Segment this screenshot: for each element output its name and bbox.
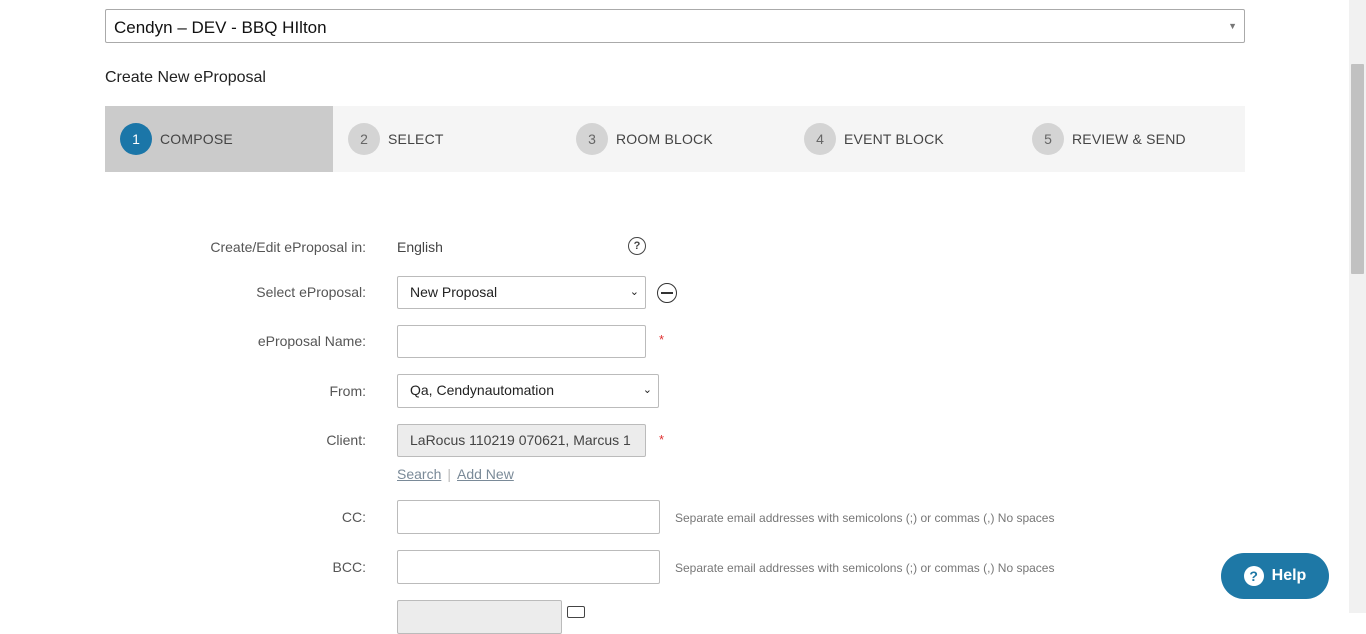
- step-room-block[interactable]: 3 ROOM BLOCK: [561, 106, 789, 172]
- calendar-icon[interactable]: [567, 606, 585, 618]
- help-button-label: Help: [1271, 567, 1307, 584]
- step-review-send[interactable]: 5 REVIEW & SEND: [1017, 106, 1245, 172]
- bcc-label: BCC:: [332, 559, 366, 575]
- search-client-link[interactable]: Search: [397, 466, 441, 482]
- property-select[interactable]: Cendyn – DEV - BBQ HIlton ▼: [105, 9, 1245, 43]
- page-scrollbar[interactable]: [1349, 0, 1366, 613]
- step-number: 2: [348, 123, 380, 155]
- required-marker: *: [659, 332, 665, 347]
- event-date-input[interactable]: [397, 600, 562, 634]
- step-label: COMPOSE: [160, 131, 233, 147]
- chevron-down-icon: ▼: [1228, 21, 1237, 31]
- help-button[interactable]: ? Help: [1221, 553, 1329, 599]
- step-event-block[interactable]: 4 EVENT BLOCK: [789, 106, 1017, 172]
- from-dropdown[interactable]: Qa, Cendynautomation ⌄: [397, 374, 659, 408]
- wizard-steps: 1 COMPOSE 2 SELECT 3 ROOM BLOCK 4 EVENT …: [105, 106, 1245, 172]
- step-number: 1: [120, 123, 152, 155]
- step-label: REVIEW & SEND: [1072, 131, 1186, 147]
- question-circle-icon: ?: [1243, 566, 1264, 586]
- language-label: Create/Edit eProposal in:: [210, 239, 366, 255]
- chevron-down-icon: ⌄: [629, 286, 639, 298]
- cc-label: CC:: [341, 509, 366, 525]
- select-eproposal-value: New Proposal: [410, 284, 498, 300]
- step-select[interactable]: 2 SELECT: [333, 106, 561, 172]
- bcc-input[interactable]: [397, 550, 660, 584]
- required-marker: *: [659, 432, 665, 447]
- property-select-value: Cendyn – DEV - BBQ HIlton: [114, 18, 327, 37]
- question-circle-icon[interactable]: ?: [628, 237, 646, 255]
- step-label: SELECT: [388, 131, 444, 147]
- step-compose[interactable]: 1 COMPOSE: [105, 106, 333, 172]
- step-number: 4: [804, 123, 836, 155]
- eproposal-name-input[interactable]: [397, 325, 646, 358]
- step-number: 5: [1032, 123, 1064, 155]
- bcc-hint: Separate email addresses with semicolons…: [675, 561, 1055, 575]
- cc-hint: Separate email addresses with semicolons…: [675, 511, 1055, 525]
- step-label: ROOM BLOCK: [616, 131, 713, 147]
- select-eproposal-label: Select eProposal:: [256, 284, 366, 300]
- from-value: Qa, Cendynautomation: [410, 382, 554, 398]
- eproposal-name-label: eProposal Name:: [257, 333, 366, 349]
- from-label: From:: [329, 383, 366, 399]
- select-eproposal-dropdown[interactable]: New Proposal ⌄: [397, 276, 646, 309]
- client-label: Client:: [326, 432, 366, 448]
- add-new-client-link[interactable]: Add New: [457, 466, 514, 482]
- client-input[interactable]: LaRocus 110219 070621, Marcus 1: [397, 424, 646, 457]
- link-separator: |: [447, 466, 451, 482]
- step-number: 3: [576, 123, 608, 155]
- client-actions: Search | Add New: [397, 466, 514, 484]
- scrollbar-thumb[interactable]: [1351, 64, 1364, 274]
- chevron-down-icon: ⌄: [642, 384, 652, 396]
- page-title: Create New eProposal: [105, 69, 266, 86]
- step-label: EVENT BLOCK: [844, 131, 944, 147]
- minus-circle-icon[interactable]: [657, 283, 677, 303]
- language-value: English: [397, 239, 443, 255]
- cc-input[interactable]: [397, 500, 660, 534]
